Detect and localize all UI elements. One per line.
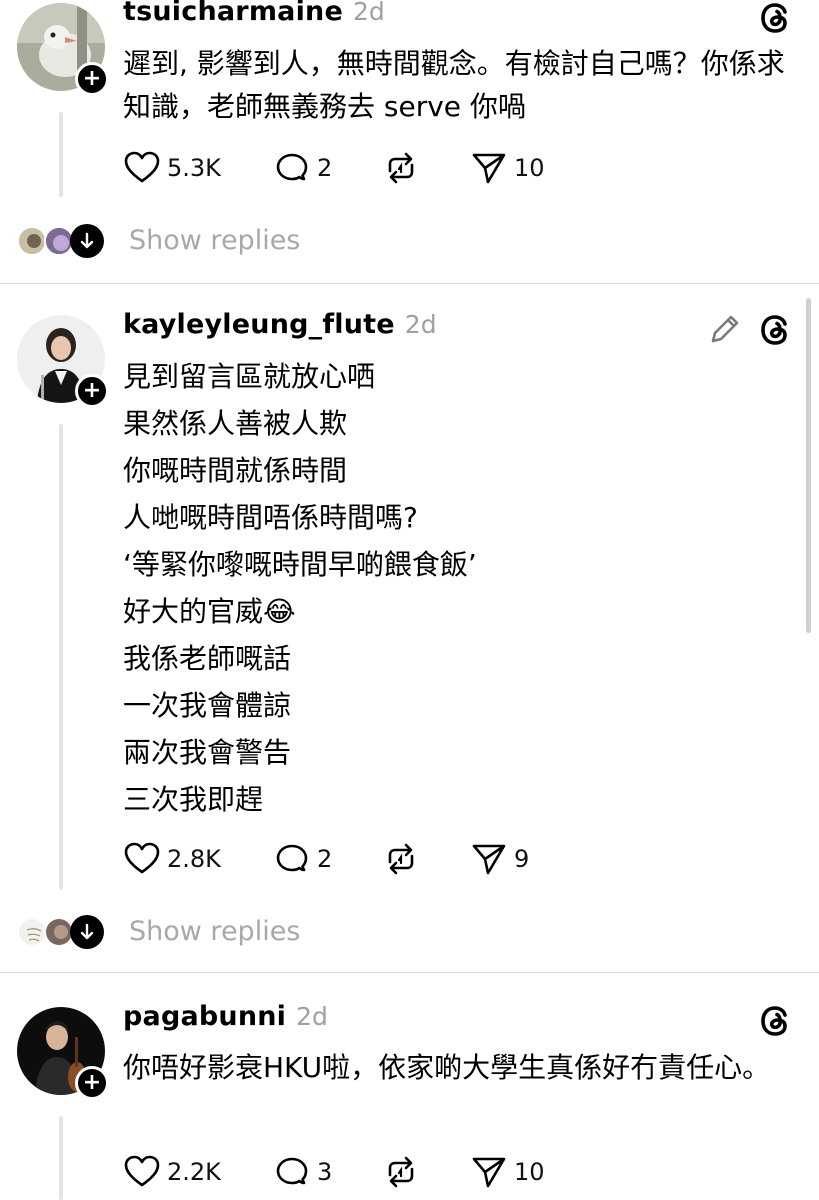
share-button[interactable]: 10 [470,148,545,188]
reply-avatar [17,226,47,256]
comment-icon [276,1157,308,1185]
text-line: 我係老師嘅話 [123,642,292,675]
follow-plus-icon[interactable]: + [75,1066,109,1100]
repost-button[interactable] [382,839,420,879]
threads-logo-icon[interactable] [756,310,796,350]
heart-icon [124,842,160,874]
arrow-down-icon[interactable] [70,224,104,258]
comment-icon [276,844,308,872]
reply-button[interactable]: 2 [273,148,332,188]
reply-count: 2 [317,845,333,873]
arrow-down-icon[interactable] [70,915,104,949]
threads-logo-icon[interactable] [756,1001,796,1041]
reply-count: 2 [317,154,333,182]
share-count: 9 [514,845,530,873]
thread-line [59,424,63,890]
thread-line [59,112,63,197]
share-count: 10 [514,1158,545,1186]
username[interactable]: tsuicharmaine [123,0,343,27]
share-count: 10 [514,154,545,182]
like-button[interactable]: 5.3K [123,148,221,188]
username[interactable]: pagabunni [123,1001,286,1032]
reply-avatar [17,917,47,947]
reply-count: 3 [317,1158,333,1186]
divider [0,972,819,973]
pencil-icon[interactable] [707,311,743,347]
follow-plus-icon[interactable]: + [75,62,109,96]
reply-button[interactable]: 2 [273,839,332,879]
text-line: 人哋嘅時間唔係時間嗎? [123,501,418,534]
text-line: 好大的官威😂 [123,595,296,628]
comment-icon [276,153,308,181]
send-icon [472,1157,506,1188]
text-line: 三次我即趕 [123,783,264,816]
show-replies-link[interactable]: Show replies [129,914,300,950]
post-time: 2d [404,310,437,339]
post-text: 你唔好影衰HKU啦，依家啲大學生真係好冇責任心。 [123,1051,771,1084]
heart-icon [124,151,160,183]
post-text: 遲到, 影響到人，無時間觀念。有檢討自己嗎？你係求知識，老師無義務去 serve… [123,47,785,123]
reply-button[interactable]: 3 [273,1152,332,1192]
like-count: 5.3K [167,154,221,182]
send-icon [472,844,506,875]
like-count: 2.2K [167,1158,221,1186]
text-line: 你嘅時間就係時間 [123,454,348,487]
text-line: ‘等緊你嚟嘅時間早啲餵食飯’ [123,548,477,581]
text-line: 兩次我會警告 [123,736,292,769]
post-text: 見到留言區就放心哂 果然係人善被人欺 你嘅時間就係時間 人哋嘅時間唔係時間嗎? … [123,353,788,823]
threads-logo-icon[interactable] [756,0,796,38]
heart-icon [124,1155,160,1187]
scrollbar[interactable] [806,298,811,633]
repost-icon [388,152,414,184]
repost-icon [388,1156,414,1188]
follow-plus-icon[interactable]: + [75,374,109,408]
text-line: 一次我會體諒 [123,689,292,722]
show-replies-link[interactable]: Show replies [129,223,300,259]
like-button[interactable]: 2.2K [123,1152,221,1192]
repost-button[interactable] [382,1152,420,1192]
username[interactable]: kayleyleung_flute [123,309,395,340]
divider [0,283,819,284]
post-time: 2d [296,1002,328,1031]
post-time: 2d [352,0,385,26]
text-line: 見到留言區就放心哂 [123,360,376,393]
repost-button[interactable] [382,148,420,188]
share-button[interactable]: 10 [470,1152,545,1192]
like-count: 2.8K [167,845,221,873]
send-icon [472,153,506,184]
repost-icon [388,843,414,875]
like-button[interactable]: 2.8K [123,839,221,879]
text-line: 果然係人善被人欺 [123,407,348,440]
thread-line [59,1116,63,1200]
share-button[interactable]: 9 [470,839,529,879]
